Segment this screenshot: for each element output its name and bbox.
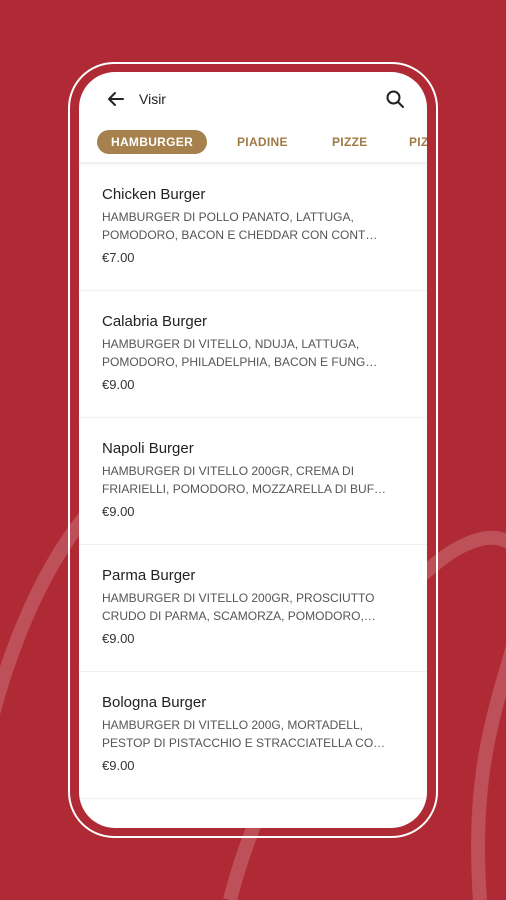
item-name: Bologna Burger [102, 694, 207, 711]
back-button[interactable] [105, 88, 127, 110]
tab-pizze[interactable]: PIZZE [332, 130, 368, 154]
item-price: €9.00 [102, 758, 135, 773]
top-bar: Visir [79, 72, 427, 128]
item-description: HAMBURGER DI POLLO PANATO, LATTUGA, POMO… [102, 210, 378, 242]
item-name: Calabria Burger [102, 313, 208, 330]
item-name: Parma Burger [102, 567, 196, 584]
category-tabs: HAMBURGER PIADINE PIZZE PIZ [79, 128, 427, 163]
item-name: Chicken Burger [102, 186, 206, 203]
list-item[interactable]: Parma Burger HAMBURGER DI VITELLO 200GR,… [79, 545, 427, 672]
list-item[interactable]: Calabria Burger HAMBURGER DI VITELLO, ND… [79, 291, 427, 418]
item-description: HAMBURGER DI VITELLO 200G, MORTADELL, PE… [102, 718, 386, 750]
item-price: €9.00 [102, 504, 135, 519]
tab-hamburger[interactable]: HAMBURGER [97, 130, 208, 154]
search-button[interactable] [383, 87, 407, 111]
item-description: HAMBURGER DI VITELLO 200GR, PROSCIUTTO C… [102, 591, 376, 623]
list-item[interactable]: Chicken Burger HAMBURGER DI POLLO PANATO… [79, 164, 427, 291]
item-price: €9.00 [102, 377, 135, 392]
item-description: HAMBURGER DI VITELLO 200GR, CREMA DI FRI… [102, 464, 387, 496]
tab-piadine[interactable]: PIADINE [237, 130, 288, 154]
list-item[interactable]: Bologna Burger HAMBURGER DI VITELLO 200G… [79, 672, 427, 799]
arrow-left-icon [108, 92, 124, 106]
tab-piz[interactable]: PIZ [409, 130, 427, 154]
item-description: HAMBURGER DI VITELLO, NDUJA, LATTUGA, PO… [102, 337, 378, 369]
menu-list: Chicken Burger HAMBURGER DI POLLO PANATO… [79, 164, 427, 799]
list-item[interactable]: Napoli Burger HAMBURGER DI VITELLO 200GR… [79, 418, 427, 545]
item-name: Napoli Burger [102, 440, 194, 457]
app-screen: Visir HAMBURGER PIADINE PIZZE PIZ Chicke… [79, 72, 427, 828]
page-title: Visir [139, 91, 166, 107]
item-price: €9.00 [102, 631, 135, 646]
item-price: €7.00 [102, 250, 135, 265]
search-icon [386, 90, 404, 108]
